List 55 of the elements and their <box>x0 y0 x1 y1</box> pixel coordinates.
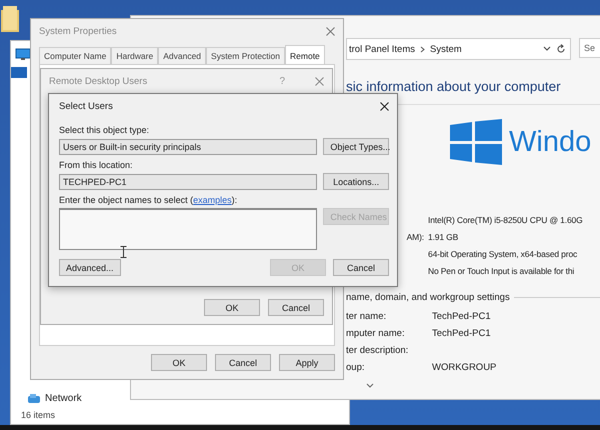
window-title: System Properties <box>39 26 118 36</box>
window-title: Remote Desktop Users <box>49 76 148 86</box>
section-title: name, domain, and workgroup settings <box>346 292 510 303</box>
tab[interactable]: Hardware <box>111 47 158 64</box>
setting-label: ter description: <box>346 345 410 356</box>
breadcrumb[interactable]: trol Panel Items <box>349 44 415 54</box>
tab[interactable]: Remote <box>285 45 325 64</box>
network-icon <box>27 393 41 404</box>
field-label: From this location: <box>59 160 134 170</box>
spec-value: Intel(R) Core(TM) i5-8250U CPU @ 1.60G <box>428 215 584 225</box>
locations-button[interactable]: Locations... <box>323 173 389 190</box>
setting-label: mputer name: <box>346 328 406 339</box>
chevron-right-icon <box>420 46 425 52</box>
field-label: Select this object type: <box>59 125 150 135</box>
setting-label: ter name: <box>346 311 388 322</box>
chevron-down-icon[interactable] <box>543 46 551 52</box>
search-field[interactable]: Se <box>579 38 600 58</box>
spec-value: 1.91 GB <box>428 232 460 242</box>
tab[interactable]: Advanced <box>158 47 206 64</box>
page-heading: sic information about your computer <box>346 79 562 94</box>
window-title: Select Users <box>59 100 114 112</box>
object-names-field[interactable] <box>59 208 318 250</box>
nav-item[interactable]: Network <box>11 393 82 404</box>
status-bar-text: 16 items <box>20 409 56 422</box>
setting-label: oup: <box>346 362 366 373</box>
spec-label: AM): <box>406 232 425 242</box>
object-type-field: Users or Built-in security principals <box>59 138 318 154</box>
windows-edition-text: Windo <box>509 125 592 160</box>
setting-value: TechPed-PC1 <box>432 328 492 339</box>
setting-value: WORKGROUP <box>432 362 498 373</box>
breadcrumb[interactable]: System <box>430 44 462 54</box>
folder-icon[interactable] <box>0 4 20 34</box>
spec-value: No Pen or Touch Input is available for thi <box>428 266 576 276</box>
monitor-icon[interactable] <box>15 48 31 61</box>
dialog-button[interactable]: Cancel <box>333 259 389 276</box>
tab[interactable]: Computer Name <box>39 47 112 64</box>
dialog-button[interactable]: Cancel <box>215 354 271 371</box>
refresh-icon[interactable] <box>556 44 566 54</box>
dialog-button[interactable]: Advanced... <box>59 259 121 276</box>
setting-value: TechPed-PC1 <box>432 311 492 322</box>
dialog-button[interactable]: OK <box>204 299 260 316</box>
dialog-button[interactable]: OK <box>151 354 207 371</box>
tab[interactable]: System Protection <box>206 47 286 64</box>
address-bar[interactable]: trol Panel Items System <box>346 38 571 60</box>
windows-logo-icon <box>450 119 502 165</box>
dialog-button[interactable]: Cancel <box>268 299 324 316</box>
close-icon[interactable] <box>380 102 389 110</box>
spec-value: 64-bit Operating System, x64-based proc <box>428 249 578 259</box>
chevron-down-icon[interactable] <box>366 383 374 389</box>
location-field: TECHPED-PC1 <box>59 174 318 190</box>
text-cursor-icon <box>120 246 127 258</box>
examples-link[interactable]: examples <box>193 195 232 205</box>
object-types-button[interactable]: Object Types... <box>323 138 389 155</box>
dialog-button[interactable]: Apply <box>279 354 335 371</box>
field-label: Enter the object names to select (examples): <box>59 195 238 205</box>
